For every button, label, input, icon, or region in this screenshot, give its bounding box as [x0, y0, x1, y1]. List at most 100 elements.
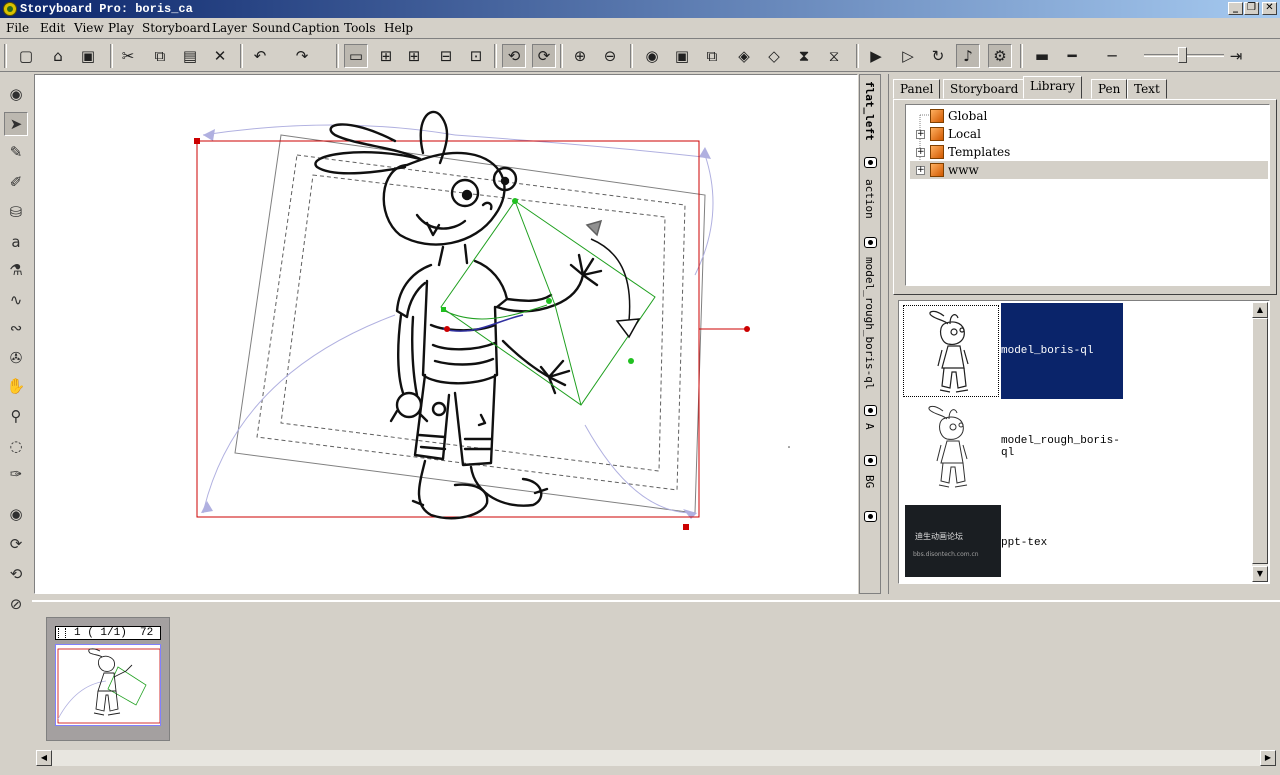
grid-icon[interactable]: ⊞: [402, 44, 426, 68]
menu-tools[interactable]: Tools: [344, 21, 376, 35]
filmstrip-scrollbar[interactable]: ◀ ▶: [36, 750, 1276, 766]
paste-icon[interactable]: ▤: [178, 44, 202, 68]
layer-visibility-eye-icon[interactable]: [864, 237, 877, 248]
panel-ops-icon[interactable]: ◇: [762, 44, 786, 68]
title-bar[interactable]: Storyboard Pro: boris_ca _ ❐ ✕: [0, 0, 1280, 18]
brush-tool-icon[interactable]: ✎: [4, 140, 28, 164]
panel-thumbnail-card[interactable]: 1 ( 1/1) 72: [46, 617, 170, 741]
text-tool-icon[interactable]: a: [4, 230, 28, 254]
onion-skin-icon[interactable]: ▭: [344, 44, 368, 68]
scrollbar-thumb[interactable]: [1252, 318, 1268, 564]
view-toggle-2-icon[interactable]: ◉: [4, 502, 28, 526]
tree-item-local[interactable]: + Local: [910, 125, 1270, 143]
camera-tool-icon[interactable]: ✇: [4, 346, 28, 370]
minimize-button[interactable]: _: [1228, 2, 1243, 15]
tree-item-templates[interactable]: + Templates: [910, 143, 1270, 161]
layer-label-bg[interactable]: BG: [863, 475, 876, 488]
play-icon[interactable]: ▶: [864, 44, 888, 68]
library-item-model-boris[interactable]: model_boris-ql: [901, 303, 1253, 399]
undo-icon[interactable]: ↶: [248, 44, 272, 68]
stroke-size-slider-thumb[interactable]: [1178, 47, 1187, 63]
settings-icon[interactable]: ⚙: [988, 44, 1012, 68]
maximize-button[interactable]: ❐: [1244, 2, 1259, 15]
select-tool-icon[interactable]: ➤: [4, 112, 28, 136]
menu-file[interactable]: File: [6, 21, 29, 35]
menu-layer[interactable]: Layer: [212, 21, 247, 35]
select-mode-icon[interactable]: ⟲: [502, 44, 526, 68]
lasso-tool-icon[interactable]: ◌: [4, 434, 28, 458]
thumbnails-icon[interactable]: ⊟: [434, 44, 458, 68]
layer-label-action[interactable]: action: [863, 179, 876, 219]
layer-visibility-eye-icon[interactable]: [864, 455, 877, 466]
tree-item-global[interactable]: Global: [910, 107, 1270, 125]
boris-character-sketch[interactable]: [314, 110, 603, 520]
stroke-thick-icon[interactable]: ▬: [1030, 44, 1054, 68]
tree-item-www[interactable]: + www: [910, 161, 1268, 179]
play-scene-icon[interactable]: ▷: [896, 44, 920, 68]
tab-pen[interactable]: Pen: [1091, 79, 1128, 99]
reset-icon[interactable]: ⊘: [4, 592, 28, 616]
transform-mode-icon[interactable]: ⟳: [532, 44, 556, 68]
close-button[interactable]: ✕: [1262, 2, 1277, 15]
save-icon[interactable]: ▣: [76, 44, 100, 68]
layer-visibility-eye-icon[interactable]: [864, 511, 877, 522]
view-toggle-icon[interactable]: ◉: [4, 82, 28, 106]
camera-pan-icon[interactable]: ⟳: [4, 532, 28, 556]
pivot-point[interactable]: [512, 198, 518, 204]
library-scrollbar[interactable]: ▲ ▼: [1252, 302, 1268, 582]
tab-text[interactable]: Text: [1127, 79, 1167, 99]
resize-handle[interactable]: [683, 524, 689, 530]
redo-icon[interactable]: ↷: [290, 44, 314, 68]
stroke-thin-icon[interactable]: ─: [1100, 44, 1124, 68]
sound-icon[interactable]: ♪: [956, 44, 980, 68]
zoom-out-icon[interactable]: ⊖: [598, 44, 622, 68]
menu-view[interactable]: View: [74, 21, 104, 35]
rotate-handle-icon[interactable]: [699, 147, 711, 159]
menu-edit[interactable]: Edit: [40, 21, 65, 35]
paint-tool-icon[interactable]: ⛁: [4, 200, 28, 224]
scroll-up-icon[interactable]: ▲: [1252, 302, 1268, 318]
toolbar-grip[interactable]: [4, 44, 7, 68]
library-item-model-rough-boris[interactable]: model_rough_boris-ql: [901, 399, 1253, 495]
contour-tool-icon[interactable]: ∿: [4, 288, 28, 312]
drawing-canvas[interactable]: [34, 74, 858, 594]
tab-library[interactable]: Library: [1023, 76, 1082, 99]
camera-rotate-icon[interactable]: ⟲: [4, 562, 28, 586]
stage-svg[interactable]: [35, 75, 858, 594]
rotate-panel-icon[interactable]: ◈: [732, 44, 756, 68]
menu-caption[interactable]: Caption: [292, 21, 340, 35]
open-icon[interactable]: ⌂: [46, 44, 70, 68]
layer-label-a[interactable]: A: [863, 423, 876, 430]
stroke-medium-icon[interactable]: ━: [1060, 44, 1084, 68]
expand-icon[interactable]: +: [916, 166, 925, 175]
cut-icon[interactable]: ✂: [116, 44, 140, 68]
expand-icon[interactable]: +: [916, 130, 925, 139]
layer-label-model-rough[interactable]: model_rough_boris-ql: [863, 257, 876, 389]
menu-sound[interactable]: Sound: [252, 21, 291, 35]
rotate-handle-icon[interactable]: [201, 501, 213, 513]
pivot-point[interactable]: [441, 307, 446, 312]
menu-storyboard[interactable]: Storyboard: [142, 21, 210, 35]
layer-label-flat-left[interactable]: flat_left: [863, 81, 876, 141]
center-pivot[interactable]: [444, 326, 450, 332]
layer-visibility-eye-icon[interactable]: [864, 157, 877, 168]
expand-icon[interactable]: +: [916, 148, 925, 157]
new-icon[interactable]: ▢: [14, 44, 38, 68]
library-item-ppt-tex[interactable]: 迪生动画论坛 bbs.disontech.com.cn ppt-tex: [901, 495, 1253, 583]
new-panel-icon[interactable]: ▣: [670, 44, 694, 68]
split-icon[interactable]: ⧗: [792, 44, 816, 68]
menu-help[interactable]: Help: [384, 21, 413, 35]
zoom-in-icon[interactable]: ⊕: [568, 44, 592, 68]
scroll-down-icon[interactable]: ▼: [1252, 566, 1268, 582]
slider-arrow-icon[interactable]: ⇥: [1224, 44, 1248, 68]
copy-icon[interactable]: ⧉: [148, 44, 172, 68]
hand-tool-icon[interactable]: ✋: [4, 374, 28, 398]
cutter-tool-icon[interactable]: ✑: [4, 462, 28, 486]
pivot-point[interactable]: [546, 298, 552, 304]
pencil-tool-icon[interactable]: ✐: [4, 170, 28, 194]
delete-icon[interactable]: ✕: [208, 44, 232, 68]
layout-icon[interactable]: ⊡: [464, 44, 488, 68]
eyedropper-tool-icon[interactable]: ⚗: [4, 258, 28, 282]
zoom-tool-icon[interactable]: ⚲: [4, 404, 28, 428]
pivot-point[interactable]: [628, 358, 634, 364]
